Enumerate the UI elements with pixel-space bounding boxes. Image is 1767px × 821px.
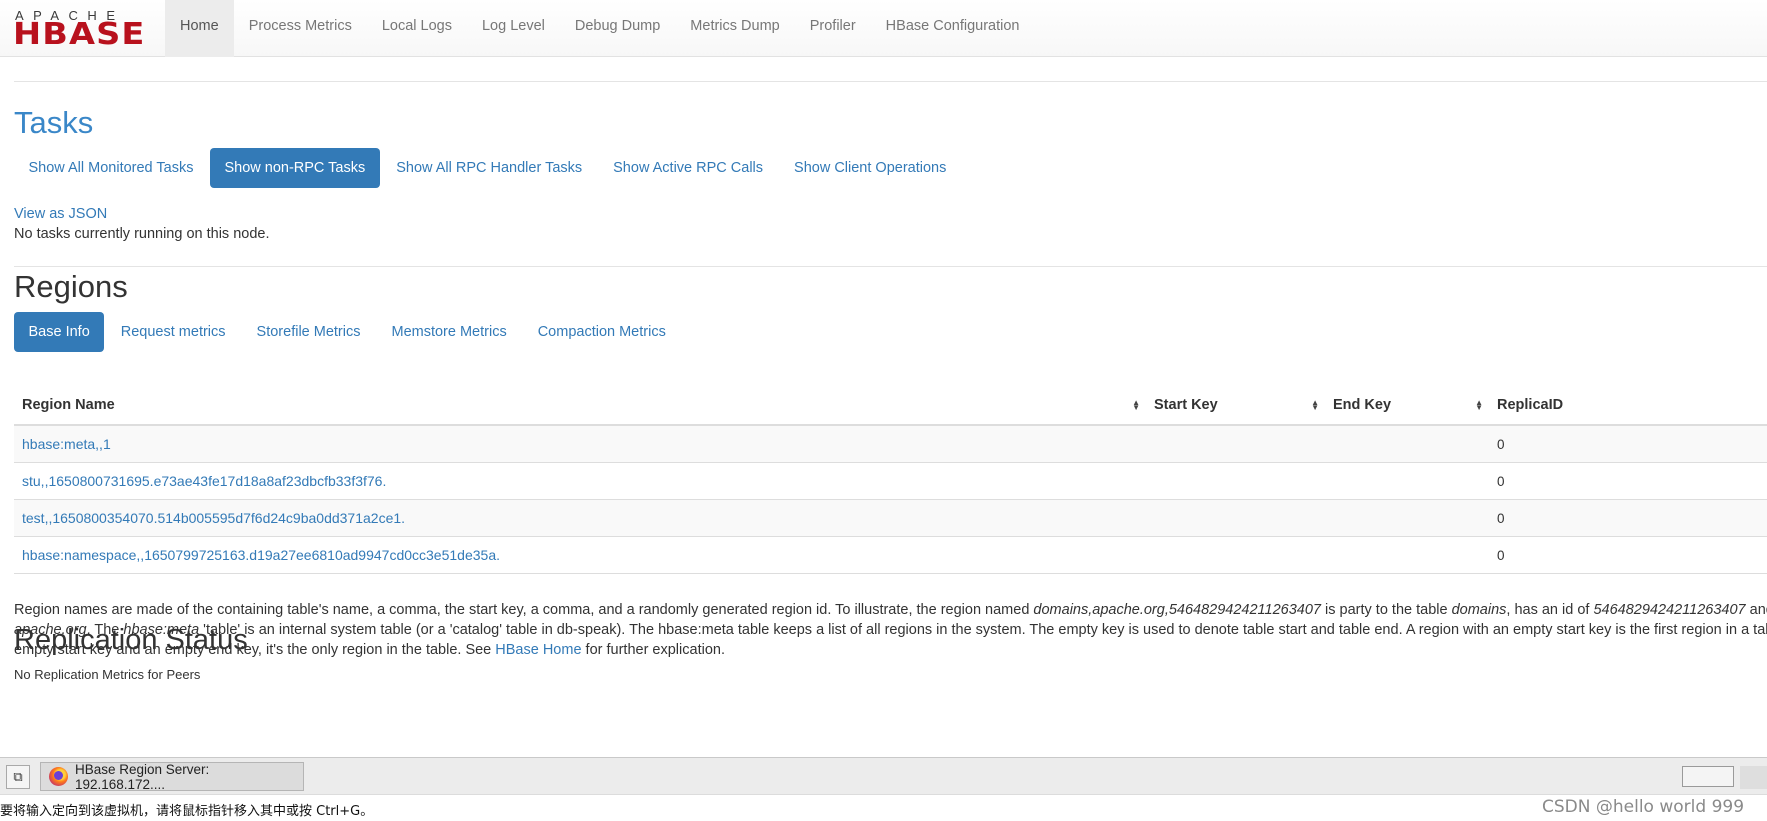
view-as-json-link[interactable]: View as JSON (14, 206, 107, 222)
start-key-cell (1146, 462, 1325, 500)
hbase-home-link[interactable]: HBase Home (495, 642, 581, 658)
tasks-status-text: No tasks currently running on this node. (14, 226, 270, 242)
end-key-cell (1325, 462, 1489, 500)
tab-compaction-metrics[interactable]: Compaction Metrics (523, 312, 680, 352)
table-row: hbase:meta,,1 0 (14, 425, 1767, 463)
column-header-end-key[interactable]: End Key ▲ ▼ (1325, 386, 1489, 426)
table-row: stu,,1650800731695.e73ae43fe17d18a8af23d… (14, 462, 1767, 500)
start-key-cell (1146, 499, 1325, 537)
regions-tabs: Base Info Request metrics Storefile Metr… (14, 312, 682, 352)
tab-base-info[interactable]: Base Info (14, 312, 105, 352)
regions-table: Region Name ▲ ▼ Start Key ▲ ▼ End Key ▲ ▼ R… (14, 386, 1767, 574)
replica-id-cell: 0 (1489, 425, 1767, 463)
nav-log-level[interactable]: Log Level (467, 0, 560, 57)
replica-id-cell: 0 (1489, 536, 1767, 574)
sort-icon[interactable]: ▲ ▼ (1311, 399, 1319, 412)
sort-icon[interactable]: ▲ ▼ (1475, 399, 1483, 412)
workspace-switcher[interactable] (1682, 766, 1734, 787)
main-nav: Home Process Metrics Local Logs Log Leve… (165, 0, 1034, 57)
table-row: hbase:namespace,,1650799725163.d19a27ee6… (14, 536, 1767, 574)
nav-debug-dump[interactable]: Debug Dump (560, 0, 675, 57)
tray-area (1740, 766, 1767, 789)
column-header-region-name[interactable]: Region Name ▲ ▼ (14, 386, 1146, 426)
nav-profiler[interactable]: Profiler (795, 0, 871, 57)
tasks-tabs: Show All Monitored Tasks Show non-RPC Ta… (14, 148, 963, 188)
replication-status-heading: Replication Status (14, 624, 248, 656)
taskbar-window-title: HBase Region Server: 192.168.172.... (74, 761, 210, 792)
explain-example-region: domains,apache.org,5464829424211263407 (1033, 602, 1321, 618)
explain-text: 'table' is an internal system table (or … (199, 622, 1767, 638)
column-label: Region Name (22, 397, 115, 413)
explain-text: is party to the table (1321, 602, 1452, 618)
os-taskbar: ⧉ HBase Region Server: 192.168.172.... (0, 757, 1767, 794)
tab-storefile-metrics[interactable]: Storefile Metrics (242, 312, 375, 352)
table-row: test,,1650800354070.514b005595d7f6d24c9b… (14, 499, 1767, 537)
replication-status-text: No Replication Metrics for Peers (14, 667, 201, 682)
end-key-cell (1325, 536, 1489, 574)
sort-icon[interactable]: ▲ ▼ (1132, 399, 1140, 412)
column-label: ReplicaID (1497, 397, 1564, 413)
region-name-link[interactable]: test,,1650800354070.514b005595d7f6d24c9b… (14, 499, 1146, 537)
nav-hbase-configuration[interactable]: HBase Configuration (871, 0, 1035, 57)
show-desktop-icon[interactable]: ⧉ (6, 765, 30, 789)
explain-text: for further explication. (581, 642, 725, 658)
tab-show-active-rpc-calls[interactable]: Show Active RPC Calls (599, 148, 778, 188)
region-name-link[interactable]: hbase:namespace,,1650799725163.d19a27ee6… (14, 536, 1146, 574)
nav-metrics-dump[interactable]: Metrics Dump (675, 0, 794, 57)
nav-process-metrics[interactable]: Process Metrics (234, 0, 367, 57)
explain-text: , has an id of (1506, 602, 1594, 618)
taskbar-window-button[interactable]: HBase Region Server: 192.168.172.... (40, 761, 304, 792)
nav-home[interactable]: Home (165, 0, 234, 57)
divider (14, 266, 1767, 267)
explain-example-table: domains (1451, 602, 1507, 618)
logo-hbase-text: HBASE (13, 17, 146, 52)
tab-show-client-operations[interactable]: Show Client Operations (780, 148, 961, 188)
replica-id-cell: 0 (1489, 462, 1767, 500)
column-header-start-key[interactable]: Start Key ▲ ▼ (1146, 386, 1325, 426)
vm-status-bar: 要将输入定向到该虚拟机，请将鼠标指针移入其中或按 Ctrl+G。 CSDN @h… (0, 794, 1767, 821)
firefox-icon (49, 767, 68, 786)
table-header-row: Region Name ▲ ▼ Start Key ▲ ▼ End Key ▲ ▼ R… (14, 386, 1767, 426)
csdn-watermark: CSDN @hello world 999 (1542, 797, 1745, 817)
divider (14, 81, 1767, 82)
end-key-cell (1325, 499, 1489, 537)
top-navbar: APACHE HBASE Home Process Metrics Local … (0, 0, 1767, 57)
tab-memstore-metrics[interactable]: Memstore Metrics (377, 312, 521, 352)
page-content: Tasks Show All Monitored Tasks Show non-… (14, 57, 1767, 757)
explain-text: Region names are made of the containing … (14, 602, 1034, 618)
tab-request-metrics[interactable]: Request metrics (106, 312, 240, 352)
explain-example-id: 5464829424211263407 (1593, 602, 1746, 618)
end-key-cell (1325, 425, 1489, 463)
regions-heading: Regions (14, 269, 128, 304)
column-label: End Key (1333, 397, 1392, 413)
start-key-cell (1146, 425, 1325, 463)
replica-id-cell: 0 (1489, 499, 1767, 537)
tab-show-non-rpc-tasks[interactable]: Show non-RPC Tasks (209, 148, 380, 188)
column-header-replica-id[interactable]: ReplicaID (1489, 386, 1767, 426)
region-names-explanation: Region names are made of the containing … (14, 600, 1767, 660)
tab-show-all-monitored-tasks[interactable]: Show All Monitored Tasks (14, 148, 208, 188)
tab-show-all-rpc-handler-tasks[interactable]: Show All RPC Handler Tasks (382, 148, 597, 188)
tasks-heading: Tasks (14, 105, 94, 140)
start-key-cell (1146, 536, 1325, 574)
nav-local-logs[interactable]: Local Logs (367, 0, 467, 57)
column-label: Start Key (1154, 397, 1218, 413)
explain-text: and the first key of (1749, 602, 1767, 618)
region-name-link[interactable]: hbase:meta,,1 (14, 425, 1146, 463)
region-name-link[interactable]: stu,,1650800731695.e73ae43fe17d18a8af23d… (14, 462, 1146, 500)
hbase-logo[interactable]: APACHE HBASE (13, 9, 152, 50)
vm-input-hint: 要将输入定向到该虚拟机，请将鼠标指针移入其中或按 Ctrl+G。 (0, 804, 374, 819)
